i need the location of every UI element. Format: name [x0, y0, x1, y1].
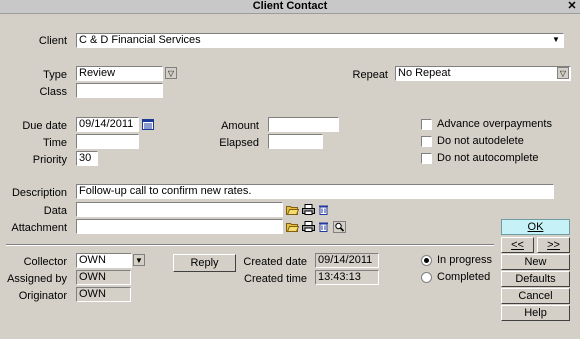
type-dropdown-icon[interactable]: ▽ [165, 67, 177, 79]
repeat-field[interactable]: No Repeat [395, 66, 571, 81]
previous-button-label: << [511, 239, 524, 251]
created-date-label: Created date [243, 256, 307, 268]
client-dropdown-icon[interactable]: ▼ [550, 34, 562, 46]
do-not-autocomplete-label: Do not autocomplete [437, 152, 539, 164]
calendar-icon[interactable] [142, 119, 155, 131]
type-field[interactable]: Review [76, 66, 163, 81]
attachment-label: Attachment [11, 222, 67, 234]
elapsed-field[interactable] [268, 134, 323, 149]
due-date-label: Due date [22, 120, 67, 132]
window-title: Client Contact [252, 0, 328, 12]
divider [6, 244, 494, 246]
client-label: Client [38, 35, 67, 47]
close-icon[interactable]: ✕ [566, 0, 578, 12]
collector-label: Collector [23, 256, 67, 268]
due-date-field[interactable]: 09/14/2011 [76, 117, 139, 132]
new-button[interactable]: New [501, 254, 570, 270]
amount-label: Amount [221, 120, 259, 132]
time-label: Time [42, 137, 67, 149]
defaults-button-label: Defaults [515, 273, 556, 285]
attachment-field[interactable] [76, 219, 283, 234]
created-time-field: 13:43:13 [315, 270, 379, 285]
do-not-autodelete-label: Do not autodelete [437, 135, 524, 147]
elapsed-label: Elapsed [219, 137, 259, 149]
ok-button[interactable]: OK [501, 219, 570, 235]
type-label: Type [43, 69, 67, 81]
class-field[interactable] [76, 83, 163, 98]
attachment-print-icon[interactable] [302, 221, 315, 233]
next-button[interactable]: >> [537, 237, 570, 253]
advance-overpayments-checkbox[interactable] [421, 119, 432, 130]
amount-field[interactable] [268, 117, 339, 132]
title-bar: Client Contact ✕ [0, 0, 580, 14]
assigned-by-label: Assigned by [7, 273, 67, 285]
class-label: Class [39, 86, 67, 98]
client-field[interactable]: C & D Financial Services [76, 33, 564, 48]
attachment-delete-icon[interactable] [318, 221, 331, 233]
repeat-label: Repeat [352, 69, 388, 81]
client-contact-window: Client Contact ✕ Client C & D Financial … [0, 0, 580, 339]
next-button-label: >> [547, 239, 560, 251]
description-field[interactable]: Follow-up call to confirm new rates. [76, 184, 554, 199]
repeat-dropdown-icon[interactable]: ▽ [557, 67, 569, 79]
collector-field[interactable]: OWN [76, 253, 132, 268]
new-button-label: New [524, 256, 547, 268]
cancel-button[interactable]: Cancel [501, 288, 570, 304]
completed-radio[interactable] [421, 272, 432, 283]
magnifier-icon[interactable] [333, 221, 346, 233]
delete-icon[interactable] [318, 204, 331, 216]
cancel-button-label: Cancel [518, 290, 553, 302]
reply-button[interactable]: Reply [173, 254, 236, 272]
in-progress-label: In progress [437, 254, 493, 266]
help-button[interactable]: Help [501, 305, 570, 321]
attachment-open-folder-icon[interactable] [286, 221, 300, 233]
do-not-autocomplete-checkbox[interactable] [421, 153, 432, 164]
advance-overpayments-label: Advance overpayments [437, 118, 552, 130]
ok-button-label: OK [527, 221, 544, 233]
originator-label: Originator [18, 290, 67, 302]
data-field[interactable] [76, 202, 283, 217]
priority-label: Priority [32, 154, 67, 166]
collector-dropdown-icon[interactable]: ▼ [133, 254, 145, 266]
do-not-autodelete-checkbox[interactable] [421, 136, 432, 147]
data-label: Data [43, 205, 67, 217]
assigned-by-field: OWN [76, 270, 131, 285]
priority-field[interactable]: 30 [76, 151, 98, 166]
defaults-button[interactable]: Defaults [501, 271, 570, 287]
completed-label: Completed [437, 271, 491, 283]
created-time-label: Created time [244, 273, 307, 285]
time-field[interactable] [76, 134, 139, 149]
created-date-field: 09/14/2011 [315, 253, 379, 268]
previous-button[interactable]: << [501, 237, 534, 253]
in-progress-radio[interactable] [421, 255, 432, 266]
reply-button-label: Reply [190, 257, 219, 269]
help-button-label: Help [524, 307, 547, 319]
open-folder-icon[interactable] [286, 204, 300, 216]
print-icon[interactable] [302, 204, 315, 216]
originator-field: OWN [76, 287, 131, 302]
description-label: Description [11, 187, 67, 199]
